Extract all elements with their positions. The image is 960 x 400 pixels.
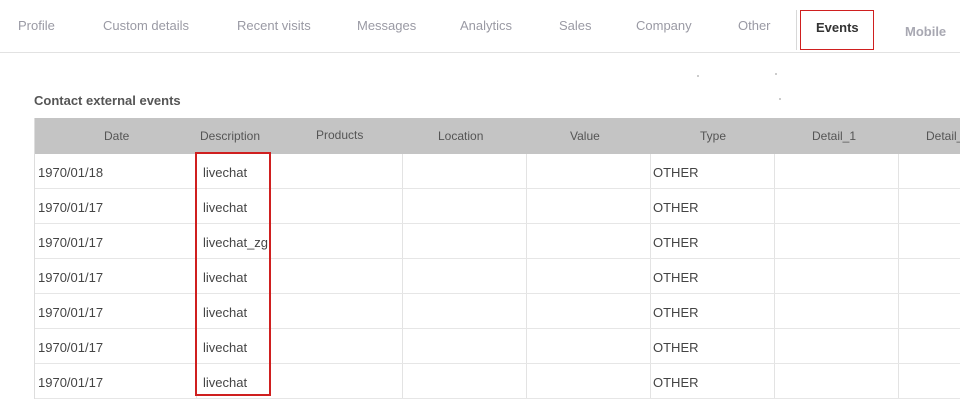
column-divider xyxy=(650,329,651,363)
cell-description: livechat xyxy=(203,165,248,180)
column-divider xyxy=(196,329,197,363)
column-divider xyxy=(898,364,899,398)
cell-description: livechat xyxy=(203,305,248,320)
column-divider xyxy=(774,364,775,398)
table-header: Date Description Products Location Value… xyxy=(35,118,960,154)
tab-profile[interactable]: Profile xyxy=(18,18,55,33)
column-divider xyxy=(898,329,899,363)
column-divider xyxy=(774,224,775,258)
speck xyxy=(779,98,781,100)
cell-type: OTHER xyxy=(653,270,699,285)
column-divider xyxy=(650,364,651,398)
column-divider xyxy=(526,224,527,258)
column-header-location[interactable]: Location xyxy=(438,129,483,143)
column-divider xyxy=(774,189,775,223)
cell-type: OTHER xyxy=(653,375,699,390)
table-row[interactable]: 1970/01/17 livechat OTHER xyxy=(35,364,960,399)
tab-custom-details[interactable]: Custom details xyxy=(103,18,189,33)
tab-mobile[interactable]: Mobile xyxy=(905,24,946,39)
column-header-date[interactable]: Date xyxy=(104,129,129,143)
column-divider xyxy=(402,364,403,398)
column-divider xyxy=(526,329,527,363)
table-row[interactable]: 1970/01/18 livechat OTHER xyxy=(35,154,960,189)
table-row[interactable]: 1970/01/17 livechat OTHER xyxy=(35,294,960,329)
cell-type: OTHER xyxy=(653,235,699,250)
table-body: 1970/01/18 livechat OTHER 1970/01/17 livecha… xyxy=(35,154,960,399)
column-divider xyxy=(898,259,899,293)
column-divider xyxy=(402,154,403,188)
table-row[interactable]: 1970/01/17 livechat OTHER xyxy=(35,189,960,224)
speck xyxy=(697,75,699,77)
cell-date: 1970/01/17 xyxy=(38,270,104,285)
column-divider xyxy=(774,329,775,363)
tab-other[interactable]: Other xyxy=(738,18,771,33)
column-header-detail-1[interactable]: Detail_1 xyxy=(812,129,856,143)
column-divider xyxy=(650,224,651,258)
events-table: Date Description Products Location Value… xyxy=(34,118,960,399)
speck xyxy=(775,73,777,75)
column-divider xyxy=(526,364,527,398)
column-divider xyxy=(898,154,899,188)
column-header-description[interactable]: Description xyxy=(200,129,260,143)
column-divider xyxy=(898,189,899,223)
tab-company[interactable]: Company xyxy=(636,18,692,33)
cell-date: 1970/01/17 xyxy=(38,235,104,250)
column-header-detail-2[interactable]: Detail_ xyxy=(926,129,960,143)
cell-date: 1970/01/17 xyxy=(38,200,104,215)
column-divider xyxy=(402,259,403,293)
column-divider xyxy=(526,154,527,188)
column-divider xyxy=(402,294,403,328)
column-header-value[interactable]: Value xyxy=(570,129,600,143)
column-header-type[interactable]: Type xyxy=(700,129,726,143)
column-divider xyxy=(898,224,899,258)
table-row[interactable]: 1970/01/17 livechat OTHER xyxy=(35,259,960,294)
column-divider xyxy=(650,259,651,293)
column-divider xyxy=(526,259,527,293)
column-divider xyxy=(650,294,651,328)
cell-date: 1970/01/17 xyxy=(38,375,104,390)
column-divider xyxy=(774,259,775,293)
tab-divider xyxy=(796,10,797,50)
tab-events[interactable]: Events xyxy=(800,10,874,50)
tab-analytics[interactable]: Analytics xyxy=(460,18,512,33)
cell-description: livechat_zg xyxy=(203,235,269,250)
tab-sales[interactable]: Sales xyxy=(559,18,592,33)
table-row[interactable]: 1970/01/17 livechat OTHER xyxy=(35,329,960,364)
cell-type: OTHER xyxy=(653,305,699,320)
cell-type: OTHER xyxy=(653,165,699,180)
cell-date: 1970/01/18 xyxy=(38,165,104,180)
cell-type: OTHER xyxy=(653,200,699,215)
column-divider xyxy=(402,189,403,223)
cell-type: OTHER xyxy=(653,340,699,355)
cell-description: livechat xyxy=(203,200,248,215)
column-divider xyxy=(402,224,403,258)
column-divider xyxy=(774,294,775,328)
table-row[interactable]: 1970/01/17 livechat_zg OTHER xyxy=(35,224,960,259)
column-divider xyxy=(196,224,197,258)
column-divider xyxy=(650,189,651,223)
column-header-products[interactable]: Products xyxy=(316,128,363,142)
column-divider xyxy=(402,329,403,363)
cell-date: 1970/01/17 xyxy=(38,340,104,355)
tab-bar: Profile Custom details Recent visits Mes… xyxy=(0,0,960,53)
cell-description: livechat xyxy=(203,270,248,285)
column-divider xyxy=(650,154,651,188)
column-divider xyxy=(196,154,197,188)
cell-description: livechat xyxy=(203,340,248,355)
column-divider xyxy=(526,189,527,223)
cell-date: 1970/01/17 xyxy=(38,305,104,320)
column-divider xyxy=(196,259,197,293)
column-divider xyxy=(196,294,197,328)
tab-messages[interactable]: Messages xyxy=(357,18,416,33)
section-title: Contact external events xyxy=(34,93,181,108)
column-divider xyxy=(196,189,197,223)
column-divider xyxy=(898,294,899,328)
column-divider xyxy=(196,364,197,398)
column-divider xyxy=(526,294,527,328)
cell-description: livechat xyxy=(203,375,248,390)
column-divider xyxy=(774,154,775,188)
tab-recent-visits[interactable]: Recent visits xyxy=(237,18,311,33)
